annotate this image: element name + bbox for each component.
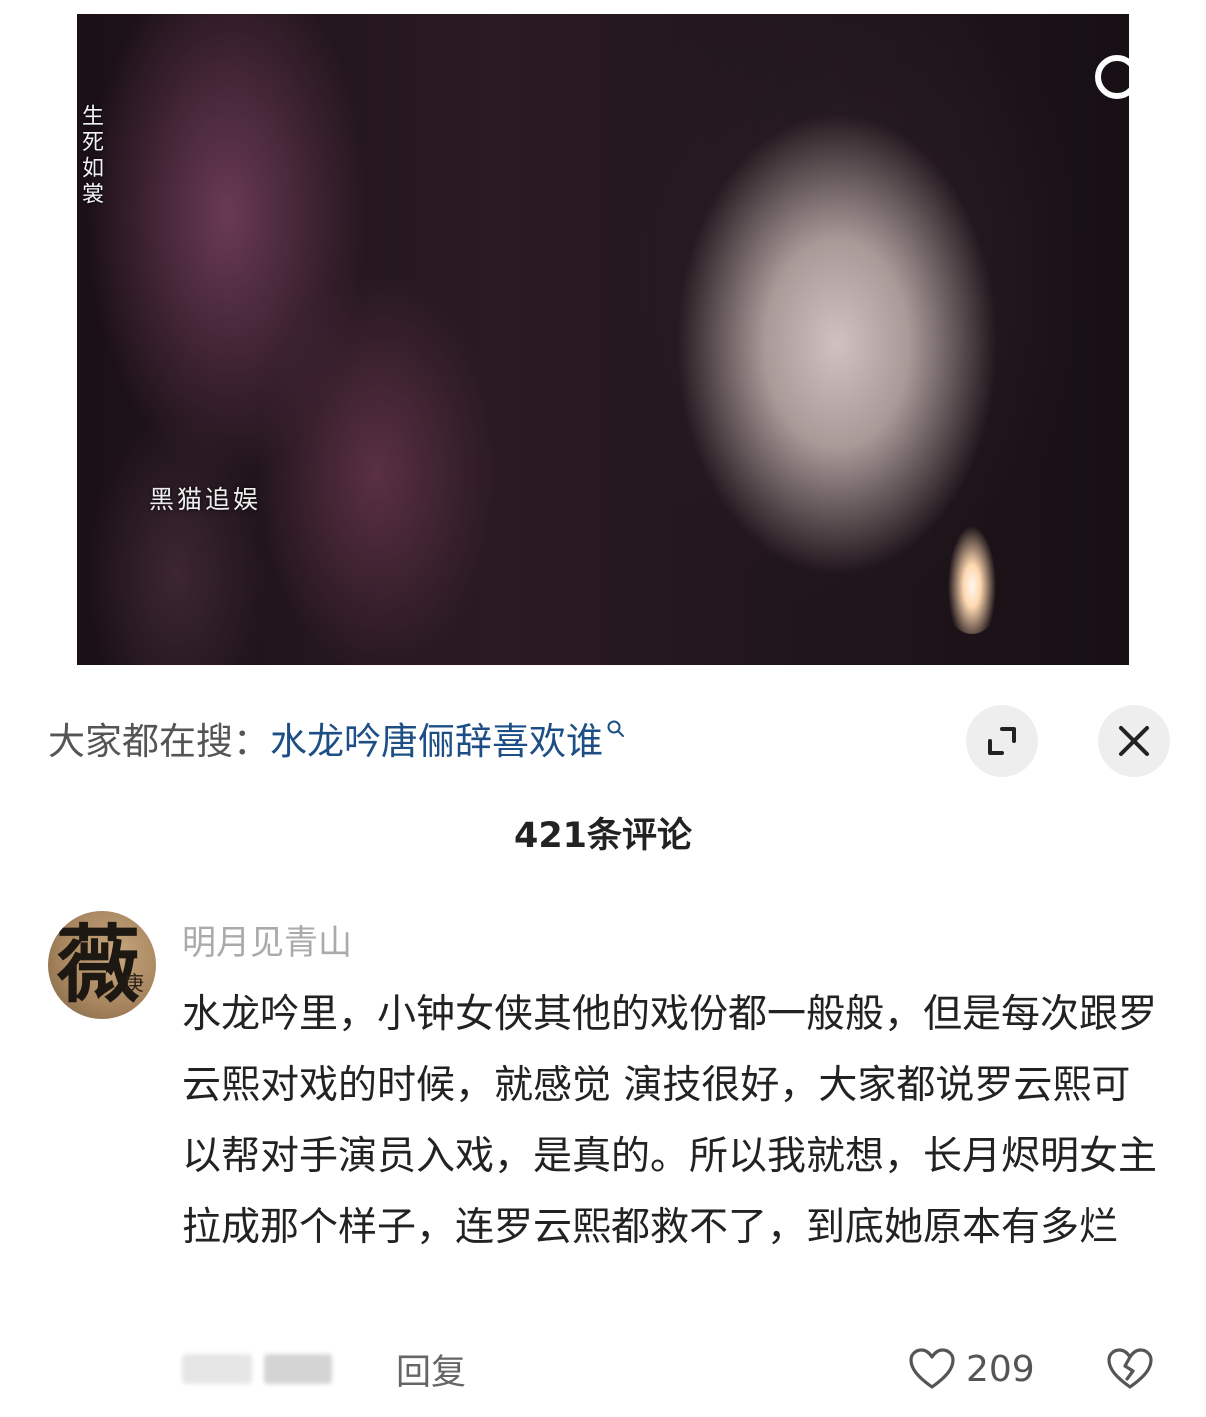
broken-heart-icon[interactable]	[1106, 1347, 1154, 1391]
like-count: 209	[966, 1348, 1035, 1390]
comment-username[interactable]: 明月见青山	[182, 915, 352, 964]
expand-button[interactable]	[966, 705, 1038, 777]
video-watermark: 黑猫追娱	[149, 485, 262, 514]
search-icon	[1095, 55, 1154, 114]
avatar-glyph: 薇	[56, 915, 141, 1014]
video-player[interactable]: 生死如裳 黑猫追娱	[77, 14, 1129, 684]
search-button[interactable]	[1088, 48, 1158, 118]
comment-date-obscured	[182, 1354, 352, 1384]
comment-sheet: 大家都在搜： 水龙吟唐俪辞喜欢谁 421条评论 薇 庚 明月见青山 水龙吟里，小…	[0, 665, 1206, 1417]
close-button[interactable]	[1098, 705, 1170, 777]
close-icon	[1119, 726, 1149, 756]
hot-search-link[interactable]: 水龙吟唐俪辞喜欢谁	[270, 711, 603, 765]
expand-icon	[988, 727, 1016, 755]
hot-search-bar[interactable]: 大家都在搜： 水龙吟唐俪辞喜欢谁	[48, 710, 626, 766]
comment-meta: 回复 209	[182, 1339, 1182, 1399]
video-area: 生死如裳 黑猫追娱	[0, 0, 1206, 690]
comment-count: 421条评论	[513, 816, 693, 856]
like-button[interactable]: 209	[908, 1339, 1035, 1399]
video-vertical-title: 生死如裳	[78, 104, 103, 208]
small-search-icon	[607, 720, 624, 737]
hot-search-prefix: 大家都在搜：	[48, 720, 270, 763]
comment-text: 水龙吟里，小钟女侠其他的戏份都一般般，但是每次跟罗云熙对戏的时候，就感觉 演技很…	[182, 992, 1158, 1250]
avatar-small-glyph: 庚	[124, 971, 144, 995]
candle-flame	[937, 514, 1007, 634]
heart-icon	[909, 1348, 955, 1389]
reply-button[interactable]: 回复	[396, 1344, 466, 1395]
avatar[interactable]: 薇 庚	[48, 911, 156, 1019]
